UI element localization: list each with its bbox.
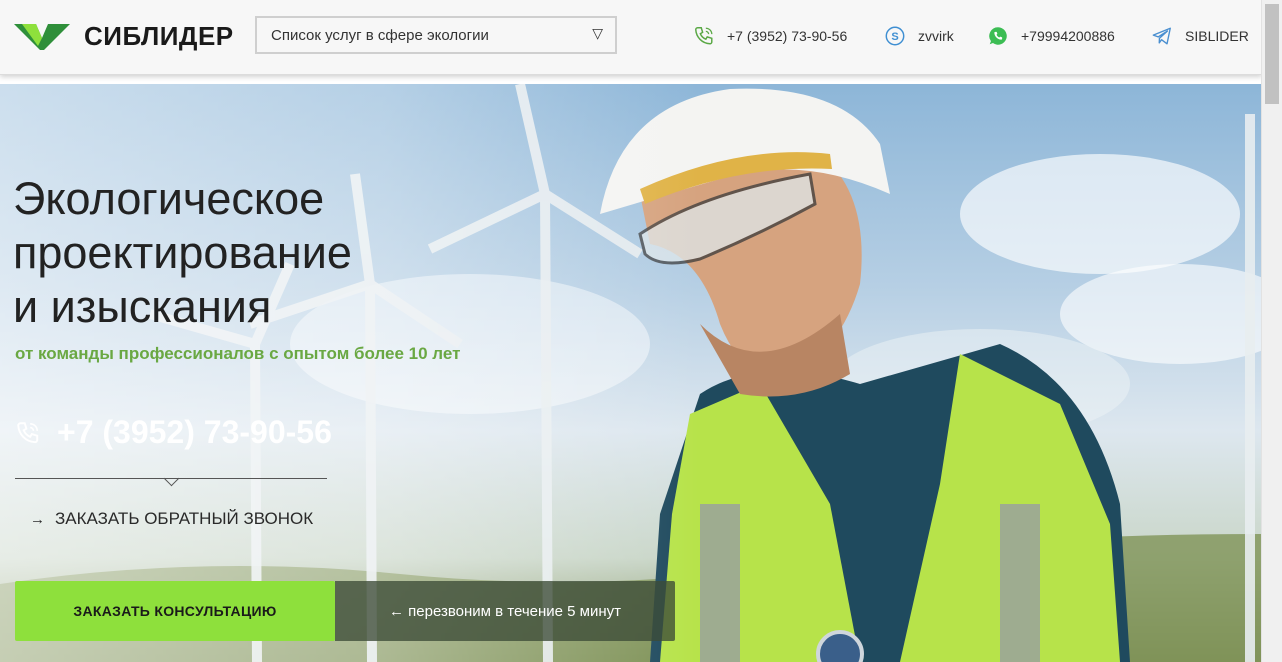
hero-title-line: проектирование — [13, 227, 352, 278]
telegram-icon — [1152, 27, 1171, 45]
site-header: СИБЛИДЕР Список услуг в сфере экологии ▽… — [0, 0, 1262, 75]
services-select-value: Список услуг в сфере экологии — [271, 27, 489, 44]
order-consultation-button[interactable]: ЗАКАЗАТЬ КОНСУЛЬТАЦИЮ — [15, 581, 335, 641]
whatsapp-text: +79994200886 — [1021, 28, 1115, 44]
brand-name: СИБЛИДЕР — [84, 20, 234, 51]
scrollbar-thumb[interactable] — [1265, 4, 1279, 104]
recall-note: ← перезвоним в течение 5 минут — [335, 581, 675, 641]
telegram-text: SIBLIDER — [1185, 28, 1249, 44]
skype-icon: S — [885, 26, 905, 46]
hero-phone-link[interactable]: +7 (3952) 73-90-56 — [15, 414, 332, 451]
callback-label: ЗАКАЗАТЬ ОБРАТНЫЙ ЗВОНОК — [55, 509, 314, 528]
skype-link[interactable]: S zvvirk — [884, 25, 954, 47]
telegram-link[interactable]: SIBLIDER — [1151, 25, 1249, 47]
hero-title-line: Экологическое — [13, 173, 325, 224]
logo-mark-icon — [14, 24, 70, 50]
header-phone-link[interactable]: +7 (3952) 73-90-56 — [693, 25, 847, 47]
logo[interactable]: СИБЛИДЕР — [14, 20, 234, 52]
hero-subtitle: от команды профессионалов с опытом более… — [15, 344, 461, 363]
svg-text:S: S — [891, 31, 898, 43]
services-select[interactable]: Список услуг в сфере экологии ▽ — [255, 16, 617, 54]
hero-title: Экологическое проектирование и изыскания — [13, 172, 352, 334]
chevron-down-icon: ▽ — [592, 25, 603, 41]
skype-text: zvvirk — [918, 28, 954, 44]
hero-title-line: и изыскания — [13, 281, 272, 332]
whatsapp-link[interactable]: +79994200886 — [987, 25, 1115, 47]
page-scrollbar[interactable] — [1261, 0, 1282, 662]
header-phone-text: +7 (3952) 73-90-56 — [727, 28, 848, 44]
hero-phone-number: +7 (3952) 73-90-56 — [57, 414, 332, 450]
whatsapp-icon — [989, 27, 1007, 45]
phone-icon — [17, 421, 39, 443]
hero-section: Экологическое проектирование и изыскания… — [0, 84, 1262, 662]
arrow-right-icon: → — [30, 510, 45, 528]
phone-icon — [695, 27, 713, 45]
hero-left-overlay — [0, 84, 700, 662]
callback-link[interactable]: → ЗАКАЗАТЬ ОБРАТНЫЙ ЗВОНОК — [30, 509, 313, 529]
